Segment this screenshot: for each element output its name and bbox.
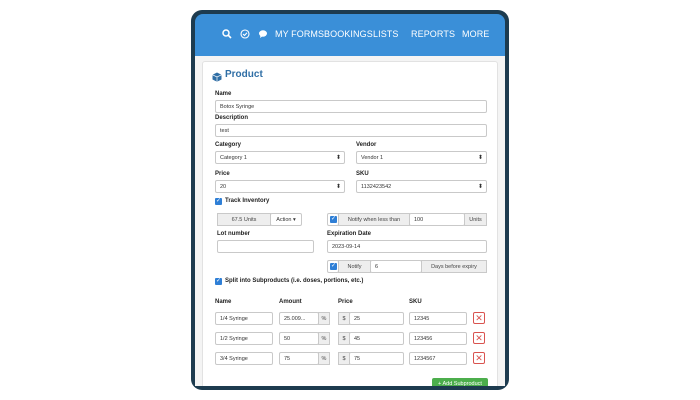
nav-lists[interactable]: LISTS (373, 29, 399, 39)
subproduct-price-input[interactable]: 25 (349, 312, 404, 325)
category-label: Category (215, 142, 242, 148)
nav-more[interactable]: MORE (462, 29, 489, 39)
description-input[interactable]: test (215, 124, 487, 137)
subproduct-sku-input[interactable]: 123456 (409, 332, 467, 345)
percent-addon: % (318, 312, 330, 325)
content-area: Product Name Botox Syringe Description t… (195, 56, 505, 386)
notify-less-label: Notify when less than (338, 213, 410, 226)
category-select[interactable]: Category 1 (215, 151, 345, 164)
top-nav-bar: MY FORMS BOOKINGS LISTS REPORTS MORE (195, 14, 505, 56)
subproduct-name-input[interactable]: 1/2 Syringe (215, 332, 273, 345)
units-suffix: Units (464, 213, 487, 226)
device-frame: MY FORMS BOOKINGS LISTS REPORTS MORE Pro… (191, 10, 509, 390)
delete-subproduct-button[interactable]: ✕ (473, 332, 485, 344)
subproduct-amount-input[interactable]: 25.009... (279, 312, 319, 325)
expiration-date-label: Expiration Date (327, 231, 372, 237)
page-title: Product (225, 69, 263, 80)
subproduct-sku-input[interactable]: 1234567 (409, 352, 467, 365)
product-form-card: Product Name Botox Syringe Description t… (202, 61, 498, 386)
notify-expiry-checkbox[interactable]: ✓ (330, 263, 337, 270)
column-header-price: Price (338, 299, 353, 305)
track-inventory-label: Track Inventory (225, 198, 270, 204)
name-label: Name (215, 91, 232, 97)
subproduct-amount-input[interactable]: 75 (279, 352, 319, 365)
percent-addon: % (318, 332, 330, 345)
split-subproducts-label: Split into Subproducts (i.e. doses, port… (225, 278, 364, 284)
box-icon (212, 69, 222, 82)
notify-less-input[interactable]: 100 (409, 213, 465, 226)
action-dropdown[interactable]: Action ▾ (270, 213, 302, 226)
units-display: 67.5 Units (217, 213, 271, 226)
expiration-date-input[interactable]: 2023-09-14 (327, 240, 487, 253)
track-inventory-checkbox[interactable]: ✓ (215, 198, 222, 205)
nav-bookings[interactable]: BOOKINGS (324, 29, 373, 39)
price-label: Price (215, 171, 230, 177)
days-before-expiry-label: Days before expiry (421, 260, 487, 273)
notify-less-checkbox[interactable]: ✓ (330, 216, 337, 223)
name-input[interactable]: Botox Syringe (215, 100, 487, 113)
sku-label: SKU (356, 171, 369, 177)
vendor-label: Vendor (356, 142, 377, 148)
check-circle-icon[interactable] (238, 27, 252, 41)
subproduct-amount-input[interactable]: 50 (279, 332, 319, 345)
delete-subproduct-button[interactable]: ✕ (473, 352, 485, 364)
chat-bubble-icon[interactable] (256, 27, 270, 41)
column-header-amount: Amount (279, 299, 302, 305)
notify-expiry-label: Notify (338, 260, 371, 273)
split-subproducts-checkbox[interactable]: ✓ (215, 278, 222, 285)
column-header-name: Name (215, 299, 232, 305)
subproduct-price-input[interactable]: 45 (349, 332, 404, 345)
lot-number-input[interactable] (217, 240, 314, 253)
subproduct-name-input[interactable]: 3/4 Syringe (215, 352, 273, 365)
subproduct-price-input[interactable]: 75 (349, 352, 404, 365)
description-label: Description (215, 115, 249, 121)
notify-days-input[interactable]: 6 (370, 260, 422, 273)
nav-reports[interactable]: REPORTS (411, 29, 455, 39)
percent-addon: % (318, 352, 330, 365)
delete-subproduct-button[interactable]: ✕ (473, 312, 485, 324)
subproduct-name-input[interactable]: 1/4 Syringe (215, 312, 273, 325)
price-input[interactable]: 20 (215, 180, 345, 193)
nav-my-forms[interactable]: MY FORMS (275, 29, 324, 39)
add-subproduct-button[interactable]: + Add Subproduct (432, 378, 488, 386)
sku-input[interactable]: 1132423542 (356, 180, 487, 193)
subproduct-sku-input[interactable]: 12345 (409, 312, 467, 325)
lot-number-label: Lot number (217, 231, 250, 237)
vendor-select[interactable]: Vendor 1 (356, 151, 487, 164)
column-header-sku: SKU (409, 299, 422, 305)
search-icon[interactable] (220, 27, 234, 41)
